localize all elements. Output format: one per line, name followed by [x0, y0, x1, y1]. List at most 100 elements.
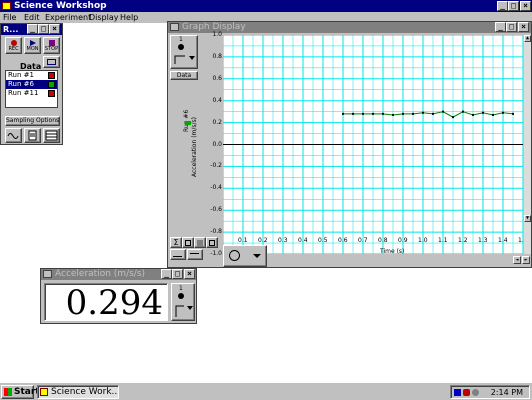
- x-tick-label: 0.2: [258, 237, 268, 244]
- digits-minimize-button[interactable]: _: [161, 269, 172, 279]
- taskbar-app-button[interactable]: Science Work...: [37, 385, 119, 399]
- notes-button[interactable]: [24, 128, 41, 143]
- statistics-button[interactable]: Σ: [170, 237, 182, 248]
- connect-button[interactable]: [187, 249, 203, 260]
- table-button[interactable]: [43, 128, 60, 143]
- start-label: Start: [14, 387, 40, 397]
- clock-icon: [229, 250, 240, 261]
- y-tick-label: 0.2: [212, 118, 222, 126]
- series-line: [343, 111, 514, 118]
- graph-minimize-button[interactable]: _: [495, 22, 506, 32]
- scroll-left-button[interactable]: ◄: [513, 256, 521, 264]
- digits-channel-button[interactable]: 1: [171, 283, 195, 321]
- experiment-panel: R... _ □ × REC MON STOP Data Run #1 Run …: [0, 23, 63, 145]
- experiment-maximize-button[interactable]: □: [38, 24, 49, 34]
- taskbar-app-label: Science Work...: [51, 387, 119, 397]
- experiment-titlebar[interactable]: R... _ □ ×: [1, 24, 62, 35]
- run-label: Run #11: [8, 89, 39, 97]
- rec-button[interactable]: REC: [5, 37, 22, 54]
- zoom-button[interactable]: [182, 237, 194, 248]
- start-button[interactable]: Start: [1, 385, 40, 399]
- notes-icon: [28, 130, 37, 141]
- data-point: [392, 113, 394, 116]
- time-axis-button[interactable]: [223, 245, 267, 267]
- graph-toolbar: Σ: [170, 237, 220, 265]
- windows-logo-icon: [4, 388, 12, 396]
- run-label: Run #6: [8, 80, 34, 88]
- mon-button[interactable]: MON: [24, 37, 41, 54]
- table-icon: [45, 130, 58, 141]
- menu-edit[interactable]: Edit: [24, 12, 40, 23]
- x-tick-label: 1.1: [438, 237, 448, 244]
- x-tick-label: 0.4: [298, 237, 308, 244]
- scale-button[interactable]: [194, 237, 206, 248]
- stop-button[interactable]: STOP: [43, 37, 60, 54]
- horizontal-scrollbar[interactable]: ◄ ►: [513, 256, 531, 266]
- experiment-close-button[interactable]: ×: [49, 24, 60, 34]
- zoom-icon: [185, 240, 191, 246]
- digits-window-icon: [43, 270, 52, 278]
- y-tick-label: 0.6: [212, 74, 222, 82]
- x-tick-label: 0.6: [338, 237, 348, 244]
- minimize-button[interactable]: _: [497, 1, 508, 11]
- clock[interactable]: 2:14 PM: [491, 386, 523, 400]
- run-item[interactable]: Run #11: [6, 89, 57, 98]
- app-icon: [2, 2, 11, 10]
- y-tick-label: 0.8: [212, 52, 222, 60]
- graph-maximize-button[interactable]: □: [506, 22, 517, 32]
- run-item-selected[interactable]: Run #6: [6, 80, 57, 89]
- menu-display[interactable]: Display: [89, 12, 119, 23]
- scroll-right-button[interactable]: ►: [522, 256, 530, 264]
- x-tick-label: 1.0: [418, 237, 428, 244]
- data-point: [452, 116, 454, 119]
- digits-window: Acceleration (m/s/s) _ □ × 0.294 1: [40, 268, 197, 324]
- autoscale-button[interactable]: [170, 249, 186, 260]
- signal-generator-button[interactable]: [5, 128, 22, 143]
- app-task-icon: [40, 388, 48, 396]
- graph-titlebar[interactable]: Graph Display _ □ ×: [168, 22, 531, 33]
- data-point: [442, 110, 444, 113]
- run-item[interactable]: Run #1: [6, 71, 57, 80]
- scroll-down-button[interactable]: ▼: [524, 215, 531, 222]
- y-axis-label-container-2: Acceleration (m/s/s): [190, 77, 200, 177]
- data-point: [482, 111, 484, 114]
- plot-area[interactable]: [223, 35, 523, 254]
- scroll-up-button[interactable]: ▲: [524, 35, 531, 42]
- speaker-icon[interactable]: [472, 389, 479, 396]
- experiment-minimize-button[interactable]: _: [27, 24, 38, 34]
- sampling-options-button[interactable]: Sampling Options...: [5, 116, 60, 126]
- close-button[interactable]: ×: [520, 1, 531, 11]
- grid-button[interactable]: [206, 237, 218, 248]
- maximize-button[interactable]: □: [508, 1, 519, 11]
- graph-close-button[interactable]: ×: [518, 22, 529, 32]
- digits-maximize-button[interactable]: □: [172, 269, 183, 279]
- y-tick-label: 0.4: [212, 96, 222, 104]
- app-titlebar[interactable]: Science Workshop _ □ ×: [0, 0, 532, 12]
- y-tick-label: -0.6: [210, 206, 222, 214]
- menu-experiment[interactable]: Experiment: [45, 12, 91, 23]
- menu-help[interactable]: Help: [120, 12, 138, 23]
- x-axis-label: Time (s): [380, 248, 405, 255]
- digits-close-button[interactable]: ×: [184, 269, 195, 279]
- x-tick-label: 1.3: [478, 237, 488, 244]
- data-point: [422, 111, 424, 114]
- shield-icon[interactable]: [463, 389, 470, 396]
- sensor-plug-icon: [175, 305, 193, 317]
- network-icon[interactable]: [454, 389, 461, 396]
- graph-window: Graph Display _ □ × 1 Data Run #6 Accele…: [167, 21, 532, 268]
- vertical-scrollbar[interactable]: ▲ ▼: [524, 35, 531, 254]
- system-tray: 2:14 PM: [450, 385, 530, 399]
- graph-svg: [223, 35, 523, 254]
- run-color-swatch: [48, 81, 55, 88]
- scale-icon: [197, 240, 203, 246]
- data-options-button[interactable]: [43, 56, 60, 68]
- menu-file[interactable]: File: [3, 12, 16, 23]
- data-options-icon: [47, 59, 56, 65]
- digits-titlebar[interactable]: Acceleration (m/s/s) _ □ ×: [41, 269, 196, 280]
- rec-label: REC: [8, 46, 19, 52]
- data-point: [432, 112, 434, 115]
- data-point: [382, 112, 384, 115]
- run-color-swatch: [48, 72, 55, 79]
- run-label: Run #1: [8, 71, 34, 79]
- y-tick-label: 1.0: [212, 31, 222, 38]
